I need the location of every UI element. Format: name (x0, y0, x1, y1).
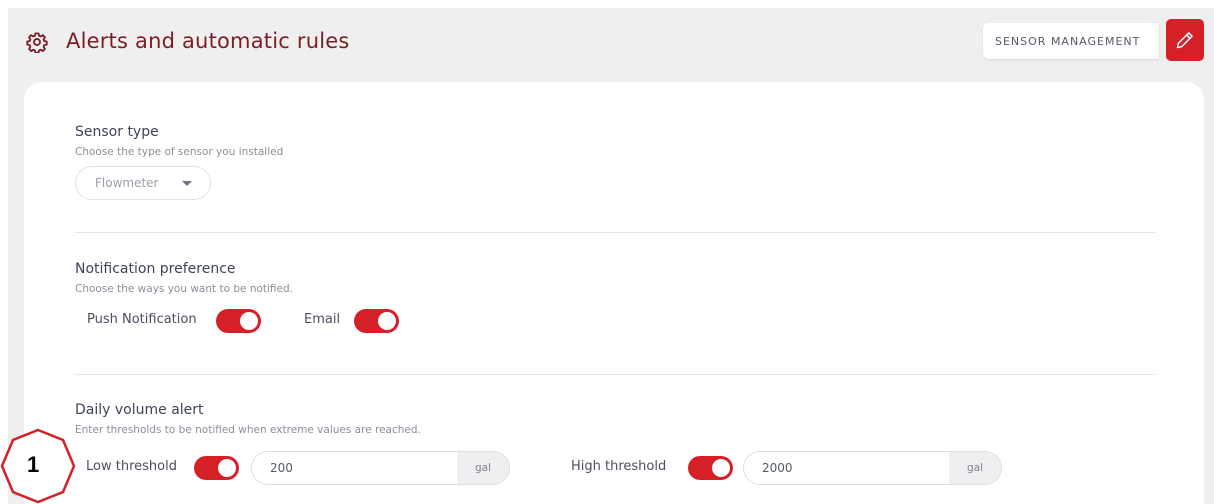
notification-subtitle: Choose the ways you want to be notified. (75, 283, 294, 295)
toggle-knob (218, 459, 236, 477)
low-threshold-toggle[interactable] (194, 456, 239, 480)
gear-icon (26, 32, 48, 53)
page-title: Alerts and automatic rules (66, 29, 350, 53)
toggle-knob (712, 459, 730, 477)
sensor-type-title: Sensor type (75, 124, 159, 140)
low-threshold-input[interactable]: 200 (252, 452, 457, 484)
pencil-icon (1176, 32, 1193, 49)
high-threshold-input[interactable]: 2000 (744, 452, 949, 484)
callout-number: 1 (27, 452, 40, 477)
toggle-knob (240, 312, 258, 330)
high-threshold-label: High threshold (571, 459, 667, 474)
sensor-type-select[interactable]: Flowmeter (75, 166, 211, 200)
edit-button[interactable] (1166, 19, 1204, 61)
high-threshold-toggle[interactable] (688, 456, 733, 480)
email-label: Email (304, 312, 341, 327)
daily-volume-title: Daily volume alert (75, 402, 204, 418)
sensor-type-value: Flowmeter (95, 176, 159, 190)
high-threshold-unit: gal (949, 452, 1001, 484)
email-toggle[interactable] (354, 309, 399, 333)
sensor-management-button[interactable]: SENSOR MANAGEMENT (983, 23, 1159, 59)
push-notification-toggle[interactable] (216, 309, 261, 333)
high-threshold-field[interactable]: 2000 gal (743, 451, 1002, 485)
low-threshold-field[interactable]: 200 gal (251, 451, 510, 485)
caret-down-icon (182, 181, 192, 186)
divider (75, 374, 1155, 375)
low-threshold-unit: gal (457, 452, 509, 484)
notification-title: Notification preference (75, 261, 236, 277)
daily-volume-subtitle: Enter thresholds to be notified when ext… (75, 424, 421, 436)
divider (75, 232, 1155, 233)
toggle-knob (378, 312, 396, 330)
push-notification-label: Push Notification (87, 312, 197, 327)
low-threshold-label: Low threshold (86, 459, 177, 474)
sensor-type-subtitle: Choose the type of sensor you installed (75, 146, 284, 158)
